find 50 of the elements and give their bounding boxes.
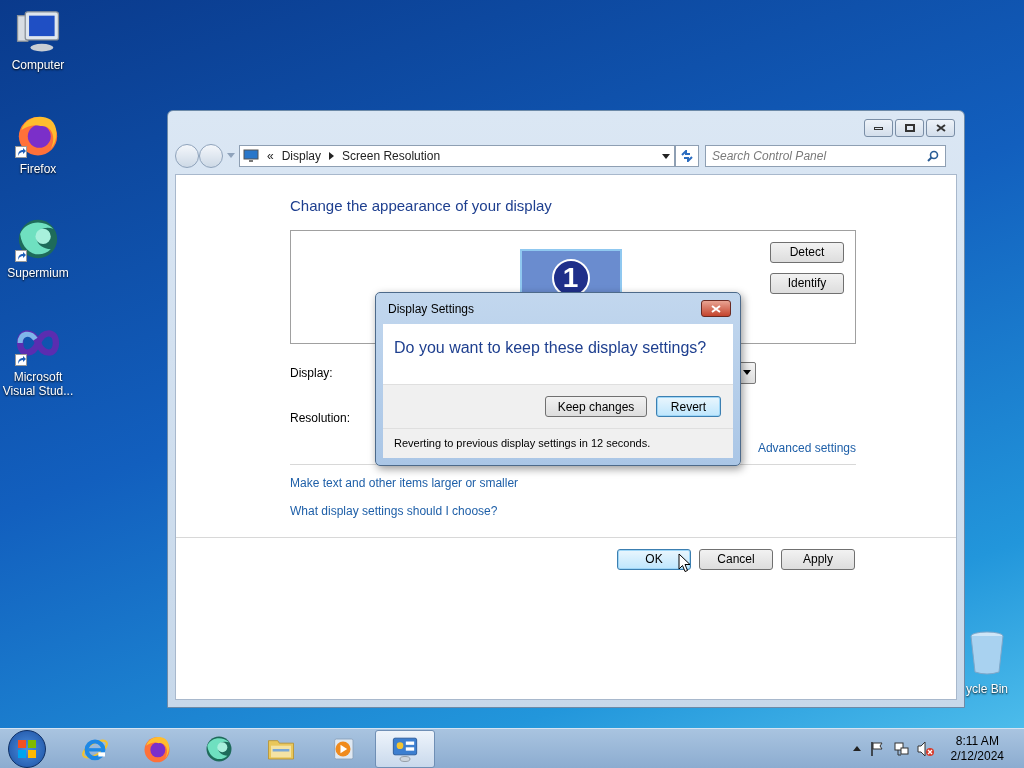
dialog-button[interactable]: Detect (770, 241, 844, 263)
monitor-icon (243, 149, 259, 163)
close-icon (711, 304, 721, 313)
help-link[interactable]: Make text and other items larger or smaller (290, 473, 519, 492)
desktop-icon-label[interactable]: Firefox (19, 162, 57, 176)
address-bar[interactable]: « Display Screen Resolution (239, 145, 675, 167)
breadcrumb-item[interactable]: Display (281, 147, 322, 165)
minimize-button[interactable] (864, 119, 893, 137)
maximize-button[interactable] (895, 119, 924, 137)
dialog-button[interactable]: Identify (770, 272, 844, 294)
search-input[interactable]: Search Control Panel (712, 147, 927, 165)
search-field[interactable]: Search Control Panel (705, 145, 946, 167)
field-label: Display: (290, 364, 334, 382)
field-label: Resolution: (290, 409, 352, 427)
network-icon[interactable] (892, 740, 909, 757)
desktop-icon-label[interactable]: Supermium (7, 266, 69, 280)
dropdown-caret-icon[interactable] (662, 153, 670, 159)
desktop-icon-label[interactable]: Microsoft Visual Stud... (0, 370, 76, 398)
start-button[interactable] (8, 729, 46, 768)
help-link[interactable]: What display settings should I choose? (290, 501, 498, 520)
mouse-cursor-icon (678, 553, 691, 573)
refresh-button[interactable] (675, 145, 699, 167)
close-icon (935, 124, 946, 132)
flag-icon[interactable] (868, 740, 885, 757)
dialog-button[interactable]: Keep changes (545, 396, 647, 417)
dialog-button[interactable]: Apply (781, 548, 855, 570)
clock-time[interactable]: 8:11 AM (955, 733, 999, 749)
computer-icon (15, 8, 61, 54)
chevron-right-icon[interactable] (329, 152, 335, 160)
clock-date[interactable]: 2/12/2024 (950, 748, 1004, 764)
breadcrumb-item[interactable]: Screen Resolution (342, 147, 441, 165)
advanced-settings-link[interactable]: Advanced settings (757, 438, 856, 457)
dialog-button[interactable]: Revert (656, 396, 721, 417)
breadcrumb-overflow[interactable]: « (267, 147, 274, 165)
dialog-button[interactable]: Cancel (699, 548, 773, 570)
trash-bin-icon (967, 630, 1007, 676)
page-heading: Change the appearance of your display (290, 196, 553, 216)
dropdown-caret-icon (743, 370, 751, 375)
show-hidden-icons-icon[interactable] (852, 746, 861, 751)
muted-speaker-icon[interactable] (916, 740, 935, 757)
desktop-icon-label[interactable]: Computer (11, 58, 65, 72)
search-icon[interactable] (927, 150, 939, 162)
windows-logo-icon (17, 738, 37, 759)
close-button[interactable] (926, 119, 955, 137)
refresh-icon (680, 150, 694, 162)
dialog-title: Display Settings (388, 300, 475, 318)
close-button[interactable] (701, 300, 731, 317)
countdown-text: Reverting to previous display settings in 12 seconds. (394, 436, 651, 452)
taskbar-button[interactable] (375, 729, 435, 768)
dialog-question: Do you want to keep these display settings? (394, 339, 707, 356)
